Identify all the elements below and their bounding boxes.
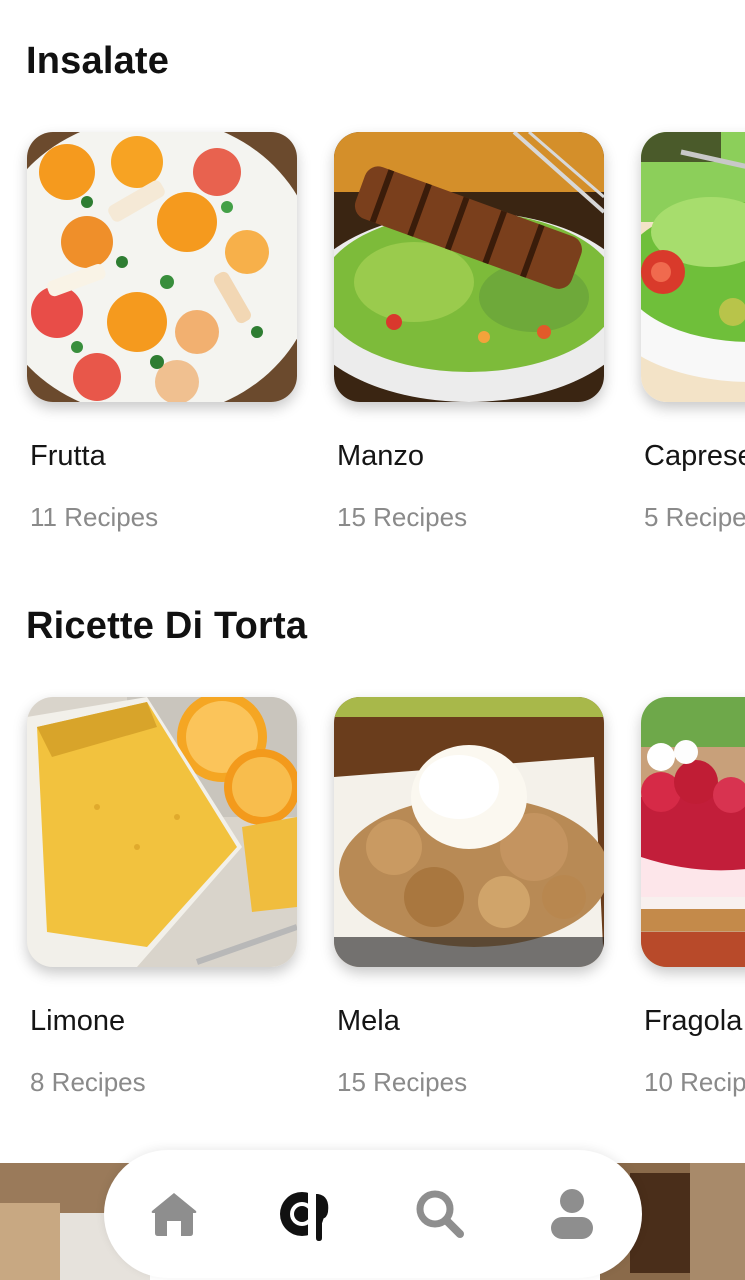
category-name: Manzo	[337, 440, 425, 472]
category-name: Frutta	[30, 440, 106, 472]
strawberry-cheesecake-image	[641, 697, 745, 967]
home-icon	[151, 1193, 197, 1236]
recipe-count: 10 Recipes	[644, 1067, 745, 1097]
category-card-fragola[interactable]: Fragola 10 Recipes	[641, 697, 745, 1117]
section-ricette-di-torta: Ricette Di Torta Limone 8 Recipes Mela 1…	[0, 565, 745, 1125]
section-title: Insalate	[26, 40, 170, 82]
category-name: Fragola	[644, 1005, 743, 1037]
section-insalate: Insalate Frutta 11 Recipes Manzo 15 Reci…	[0, 0, 745, 560]
fruit-salad-image	[27, 132, 297, 402]
search-icon	[416, 1190, 464, 1238]
category-card-caprese[interactable]: Caprese 5 Recipes	[641, 132, 745, 552]
recipe-categories-screen: Insalate Frutta 11 Recipes Manzo 15 Reci…	[0, 0, 745, 1280]
profile-icon	[551, 1189, 593, 1239]
recipe-count: 11 Recipes	[30, 502, 159, 532]
lemon-cake-image	[27, 697, 297, 967]
recipe-count: 15 Recipes	[337, 1067, 468, 1097]
caprese-salad-image	[641, 132, 745, 402]
beef-salad-image	[334, 132, 604, 402]
apple-crumble-image	[334, 697, 604, 967]
bottom-navigation-bar	[104, 1150, 642, 1278]
category-name: Caprese	[644, 440, 745, 472]
recipe-count: 8 Recipes	[30, 1067, 146, 1097]
recipes-icon	[280, 1192, 329, 1242]
recipe-count: 5 Recipes	[644, 502, 745, 532]
nav-profile-button[interactable]	[544, 1186, 600, 1242]
section-title: Ricette Di Torta	[26, 605, 308, 647]
nav-search-button[interactable]	[412, 1186, 468, 1242]
recipe-count: 15 Recipes	[337, 502, 468, 532]
category-card-mela[interactable]: Mela 15 Recipes	[334, 697, 604, 1117]
nav-recipes-button[interactable]	[278, 1186, 334, 1242]
category-card-frutta[interactable]: Frutta 11 Recipes	[27, 132, 297, 552]
nav-home-button[interactable]	[146, 1186, 202, 1242]
category-card-limone[interactable]: Limone 8 Recipes	[27, 697, 297, 1117]
category-card-manzo[interactable]: Manzo 15 Recipes	[334, 132, 604, 552]
category-name: Mela	[337, 1005, 400, 1037]
category-name: Limone	[30, 1005, 126, 1037]
